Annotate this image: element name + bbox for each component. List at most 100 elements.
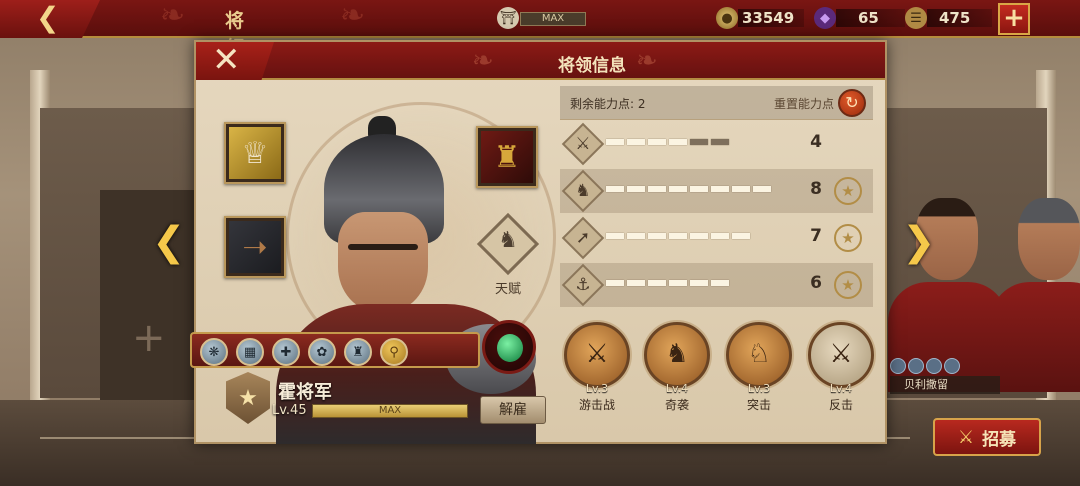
back-button[interactable]: ❮ — [0, 0, 100, 38]
stat-value: 8 — [810, 179, 822, 199]
laurel-icon: ❧ — [160, 0, 186, 33]
equip-slot-crossbow[interactable]: ➝ — [224, 216, 286, 278]
dismiss-button[interactable]: 解雇 — [480, 396, 546, 424]
next-general-arrow[interactable]: ❯ — [902, 219, 936, 265]
star-medal-icon[interactable]: ★ — [834, 271, 862, 299]
general-level: Lv.45 — [272, 403, 307, 418]
ability-points-header: 剩余能力点: 2 重置能力点 ↻ — [560, 86, 873, 120]
skill-level: Lv.4 — [665, 382, 689, 395]
star-medal-icon[interactable]: ★ — [834, 177, 862, 205]
skill-raid[interactable]: ♞ Lv.4 奇袭 — [642, 322, 712, 418]
refresh-icon: ↻ — [845, 93, 859, 112]
reset-points-label: 重置能力点 — [774, 97, 835, 111]
stat-bar — [606, 233, 750, 241]
recruit-button[interactable]: ⚔ 招募 — [933, 418, 1041, 456]
scroll-icon: ☰ — [905, 7, 927, 29]
gem-slot-1[interactable]: ❋ — [200, 338, 228, 366]
stat-row-cavalry: ♞ 8 ★ — [560, 169, 873, 213]
stat-row-infantry: ⚔ 4 — [560, 122, 873, 166]
duel-icon: ⚔ — [829, 339, 853, 369]
gem-slot-5[interactable]: ♜ — [344, 338, 372, 366]
gem-resource[interactable]: ◆ 65 — [814, 7, 905, 29]
sword-icon: ⚔ — [575, 134, 591, 154]
horse-head-icon: ♞ — [498, 228, 518, 253]
pharaoh-mask-icon: ♜ — [481, 131, 533, 183]
skill-medallion: ♞ — [644, 322, 710, 388]
rider-icon: ♘ — [747, 339, 771, 369]
chevron-right-icon: ❯ — [902, 219, 936, 265]
bow-icon: ➚ — [575, 228, 591, 248]
lock-icon: ⚲ — [389, 344, 399, 360]
prev-general-arrow[interactable]: ❮ — [152, 219, 186, 265]
right-hero-gems — [890, 358, 960, 376]
recruit-label: 招募 — [982, 429, 1017, 450]
skill-medallion: ♘ — [726, 322, 792, 388]
temple-icon: ⛩ — [497, 7, 519, 29]
helmet-plus-icon: ⚔ — [957, 426, 975, 448]
gem-slot-bar: ❋ ▦ ✚ ✿ ♜ ⚲ — [190, 332, 480, 368]
flower-rune-icon: ✿ — [316, 344, 328, 360]
stat-value: 7 — [810, 226, 822, 246]
reset-points-button[interactable]: ↻ — [838, 89, 866, 117]
skill-name: 突击 — [746, 398, 771, 412]
right-hero-name: 贝利撒留 — [890, 376, 1000, 394]
skill-medallion: ⚔ — [564, 322, 630, 388]
skill-level: Lv.4 — [829, 382, 853, 395]
laurel-icon: ❧ — [340, 0, 366, 33]
equip-slot-banner[interactable]: ♕ — [224, 122, 286, 184]
archers-icon: ⚔ — [585, 339, 609, 369]
coin-resource[interactable]: ● 33549 — [716, 7, 805, 29]
laurel-icon: ❧ — [636, 46, 658, 76]
general-portrait-right[interactable] — [990, 190, 1080, 392]
dialog-header: ✕ ❧ 将领信息 ❧ — [196, 42, 885, 80]
gem-slot-4[interactable]: ✿ — [308, 338, 336, 366]
skill-counter[interactable]: ⚔ Lv.4 反击 — [806, 322, 876, 418]
rank-badge: ★ — [226, 372, 270, 424]
remaining-points-label: 剩余能力点: 2 — [570, 97, 646, 111]
purple-gem-icon: ◆ — [814, 7, 836, 29]
experience-bar: MAX — [312, 404, 468, 418]
chevron-left-icon: ❮ — [152, 219, 186, 265]
horse-icon: ♞ — [575, 181, 591, 201]
skill-assault[interactable]: ♘ Lv.3 突击 — [724, 322, 794, 418]
skill-name: 游击战 — [578, 398, 615, 412]
back-arrow-icon: ❮ — [36, 1, 60, 34]
skill-level: Lv.3 — [585, 382, 609, 395]
add-slot-icon[interactable]: + — [132, 318, 166, 358]
skill-guerrilla[interactable]: ⚔ Lv.3 游击战 — [562, 322, 632, 418]
skill-level: Lv.3 — [747, 382, 771, 395]
skill-name: 奇袭 — [664, 398, 689, 412]
chariot-icon: ♞ — [665, 339, 689, 369]
emerald-gem-icon — [497, 334, 523, 362]
add-resource-button[interactable]: + — [998, 3, 1030, 35]
stat-bar — [606, 186, 771, 194]
talent-button[interactable]: ♞ — [474, 210, 542, 278]
stat-row-archer: ➚ 7 ★ — [560, 216, 873, 260]
general-name: 霍将军 — [278, 382, 332, 403]
capacity-bar: MAX — [520, 12, 586, 26]
stat-bar — [606, 280, 729, 288]
gem-slot-2[interactable]: ▦ — [236, 338, 264, 366]
stat-value: 6 — [810, 273, 822, 293]
grid-rune-icon: ▦ — [243, 344, 257, 360]
top-bar: ❮ ❧ 将 领 ❧ ⛩ MAX ● 33549 ◆ 65 ☰ 475 + — [0, 0, 1080, 59]
anchor-icon: ⚓ — [575, 275, 591, 295]
gem-slot-locked[interactable]: ⚲ — [380, 338, 408, 366]
dialog-title: 将领信息 — [558, 56, 626, 76]
star-shield-icon: ★ — [238, 385, 258, 411]
gem-count: 65 — [836, 9, 905, 27]
crossbow-icon: ➝ — [229, 221, 281, 273]
equip-slot-pharaoh[interactable]: ♜ — [476, 126, 538, 188]
coin-icon: ● — [716, 7, 738, 29]
coin-count: 33549 — [738, 9, 805, 27]
skill-medallion: ⚔ — [808, 322, 874, 388]
star-medal-icon[interactable]: ★ — [834, 224, 862, 252]
building-resource[interactable]: ⛩ — [497, 7, 519, 29]
emerald-slot[interactable] — [482, 320, 536, 374]
scroll-resource[interactable]: ☰ 475 — [905, 7, 993, 29]
gem-slot-3[interactable]: ✚ — [272, 338, 300, 366]
talent-label: 天赋 — [494, 282, 521, 297]
general-info-dialog: ✕ ❧ 将领信息 ❧ ♕ ➝ ♜ ♞ 天赋 ❋ ▦ ✚ ✿ ♜ ⚲ ★ 霍将军 … — [190, 40, 887, 444]
cross-rune-icon: ✚ — [280, 344, 292, 360]
golden-banner-icon: ♕ — [229, 127, 281, 179]
